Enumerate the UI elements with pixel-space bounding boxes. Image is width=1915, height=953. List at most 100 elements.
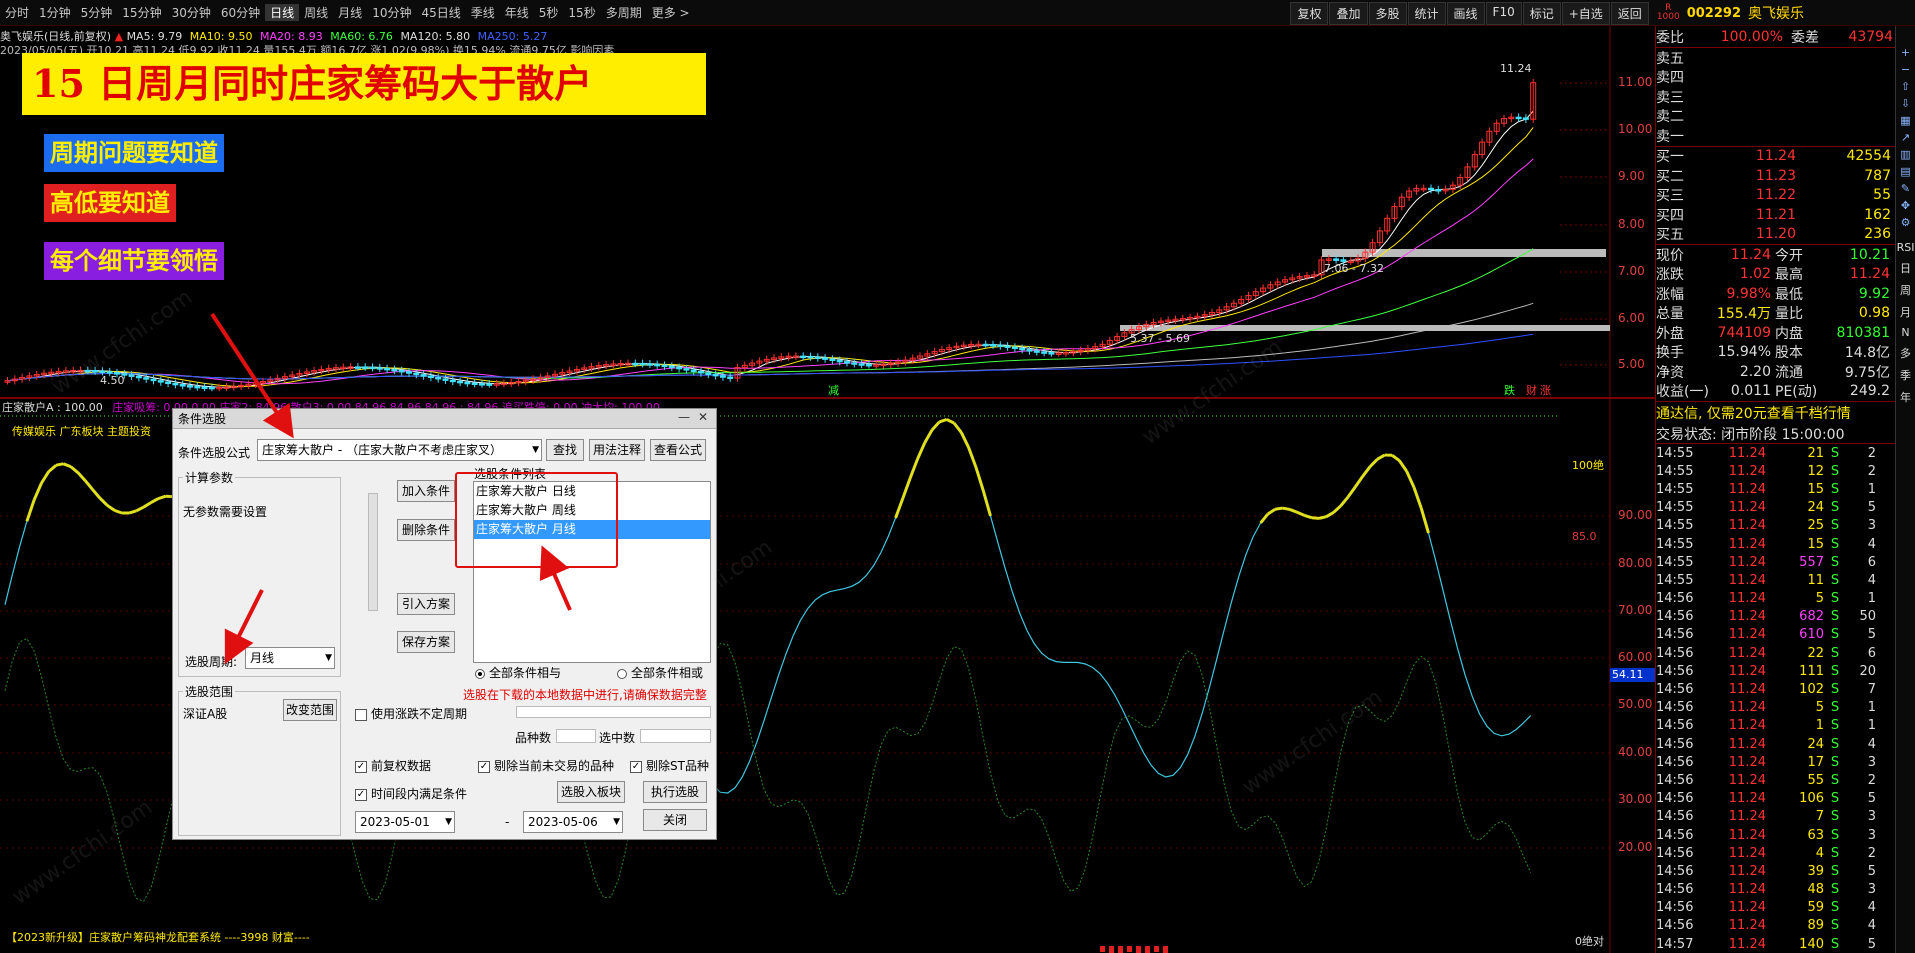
side-period-icon[interactable]: 年 bbox=[1900, 389, 1911, 405]
tool-button[interactable]: 返回 bbox=[1610, 1, 1649, 25]
view-formula-button[interactable]: 查看公式 bbox=[650, 439, 706, 461]
time-checkbox[interactable]: ✓ 时间段内满足条件 bbox=[355, 785, 467, 802]
period-tab[interactable]: 年线 bbox=[500, 4, 534, 21]
close-button[interactable]: 关闭 bbox=[643, 809, 707, 831]
period-tab[interactable]: 季线 bbox=[466, 4, 500, 21]
period-tab[interactable]: 月线 bbox=[333, 4, 367, 21]
minimize-icon[interactable]: — bbox=[678, 410, 690, 424]
sell-label: 卖四 bbox=[1656, 70, 1684, 87]
settings-icon[interactable]: ⚙ bbox=[1901, 216, 1911, 229]
bar-icon[interactable]: ▥ bbox=[1900, 148, 1910, 161]
side-period-icon[interactable]: RSI bbox=[1897, 241, 1915, 254]
period-tab[interactable]: 5分钟 bbox=[76, 4, 118, 21]
tick-time: 14:55 bbox=[1656, 500, 1694, 516]
weicha-value: 43794 bbox=[1848, 28, 1893, 45]
up-icon[interactable]: ⇧ bbox=[1901, 80, 1910, 93]
add-to-board-button[interactable]: 选股入板块 bbox=[557, 781, 625, 803]
move-icon[interactable]: ✥ bbox=[1901, 199, 1910, 212]
side-period-icon[interactable]: 季 bbox=[1900, 367, 1911, 383]
params-scrollbar[interactable] bbox=[368, 493, 378, 611]
down-icon[interactable]: ⇩ bbox=[1901, 97, 1910, 110]
period-label: 选股周期: bbox=[185, 655, 238, 669]
save-scheme-button[interactable]: 保存方案 bbox=[397, 631, 455, 653]
tool-button[interactable]: 标记 bbox=[1522, 1, 1561, 25]
tick-volume: 111 bbox=[1799, 663, 1824, 679]
period-tab[interactable]: 15分钟 bbox=[117, 4, 166, 21]
chevron-down-icon: ▼ bbox=[325, 653, 332, 663]
run-select-button[interactable]: 执行选股 bbox=[643, 781, 707, 803]
period-tab[interactable]: 60分钟 bbox=[216, 4, 265, 21]
radio-and[interactable]: 全部条件相与 bbox=[475, 664, 561, 681]
indicator-tick: 50.00 bbox=[1618, 697, 1653, 711]
tool-button[interactable]: 统计 bbox=[1407, 1, 1446, 25]
grid-icon[interactable]: ▤ bbox=[1900, 165, 1910, 178]
period-tab[interactable]: 45日线 bbox=[416, 4, 465, 21]
line-icon[interactable]: ↗ bbox=[1901, 131, 1910, 144]
buy-label: 买二 bbox=[1656, 168, 1684, 185]
side-period-icon[interactable]: 多 bbox=[1900, 345, 1911, 361]
radio-and-label: 全部条件相与 bbox=[489, 666, 562, 680]
stat-rows: 现价 11.24 今开 10.21 涨跌 1.02 最高 11.24 涨幅 9.98% 最低 9.92… bbox=[1656, 245, 1895, 402]
stat-value: 11.24 bbox=[1849, 266, 1890, 283]
tool-button[interactable]: 画线 bbox=[1446, 1, 1485, 25]
tool-button[interactable]: 多股 bbox=[1368, 1, 1407, 25]
ma-line bbox=[7, 127, 1534, 387]
candle-body bbox=[471, 382, 478, 386]
usage-button[interactable]: 用法注释 bbox=[589, 439, 645, 461]
notice[interactable]: 通达信, 仅需20元查看千档行情 bbox=[1656, 402, 1895, 424]
buy-price: 11.22 bbox=[1755, 187, 1796, 204]
period-tab[interactable]: 1分钟 bbox=[34, 4, 76, 21]
chart-icon[interactable]: ▦ bbox=[1900, 114, 1910, 127]
formula-select[interactable]: 庄家筹大散户 - （庄家大散户不考虑庄家叉） ▼ bbox=[257, 439, 542, 461]
tool-button[interactable]: +自选 bbox=[1561, 1, 1610, 25]
tick-row: 14:56 11.24 22 S 6 bbox=[1656, 644, 1895, 662]
period-tab[interactable]: 30分钟 bbox=[167, 4, 216, 21]
formula-label: 条件选股公式 bbox=[178, 446, 251, 460]
period-tab[interactable]: 5秒 bbox=[534, 4, 564, 21]
tick-time: 14:56 bbox=[1656, 772, 1694, 788]
side-period-icon[interactable]: 周 bbox=[1900, 282, 1911, 298]
fq-checkbox[interactable]: ✓ 前复权数据 bbox=[355, 757, 431, 774]
period-tab[interactable]: 分时 bbox=[0, 4, 34, 21]
stat-key: 收益(一) bbox=[1656, 384, 1709, 401]
tool-button[interactable]: 叠加 bbox=[1329, 1, 1368, 25]
period-select[interactable]: 月线 ▼ bbox=[245, 647, 335, 669]
variable-period-checkbox[interactable]: 使用涨跌不定周期 bbox=[355, 705, 467, 722]
import-scheme-button[interactable]: 引入方案 bbox=[397, 593, 455, 615]
side-period-icon[interactable]: N bbox=[1901, 326, 1909, 339]
radio-or-label: 全部条件相或 bbox=[631, 666, 704, 680]
period-tab[interactable]: 10分钟 bbox=[367, 4, 416, 21]
add-condition-button[interactable]: 加入条件 bbox=[397, 480, 455, 502]
indicator-highlight bbox=[76, 471, 87, 482]
period-tab[interactable]: 多周期 bbox=[601, 4, 647, 21]
period-tab[interactable]: 日线 bbox=[265, 4, 300, 21]
side-period-icon[interactable]: 日 bbox=[1900, 260, 1911, 276]
candle-body bbox=[990, 343, 996, 347]
period-tab[interactable]: 15秒 bbox=[563, 4, 600, 21]
find-button[interactable]: 查找 bbox=[546, 439, 584, 461]
close-icon[interactable]: ✕ bbox=[698, 410, 708, 424]
ma-line bbox=[7, 110, 1534, 388]
tick-side: S bbox=[1830, 809, 1840, 825]
tool-button[interactable]: F10 bbox=[1485, 1, 1522, 25]
date-from[interactable]: 2023-05-01 ▼ bbox=[355, 811, 455, 833]
notrade-checkbox[interactable]: ✓ 剔除当前未交易的品种 bbox=[478, 757, 614, 774]
stat-value: 0.98 bbox=[1858, 305, 1890, 322]
zoom-in-icon[interactable]: + bbox=[1901, 46, 1910, 59]
date-to[interactable]: 2023-05-06 ▼ bbox=[523, 811, 623, 833]
side-period-icon[interactable]: 月 bbox=[1900, 304, 1911, 320]
st-checkbox[interactable]: ✓ 剔除ST品种 bbox=[630, 757, 709, 774]
stat-row: 涨跌 1.02 最高 11.24 bbox=[1656, 265, 1895, 285]
period-tab[interactable]: 周线 bbox=[299, 4, 333, 21]
candle-body bbox=[1048, 352, 1055, 355]
delete-condition-button[interactable]: 删除条件 bbox=[397, 519, 455, 541]
radio-or[interactable]: 全部条件相或 bbox=[617, 664, 703, 681]
period-tab[interactable]: 更多 > bbox=[647, 4, 695, 21]
zoom-out-icon[interactable]: − bbox=[1901, 63, 1910, 76]
tick-price: 11.24 bbox=[1728, 918, 1766, 934]
tool-button[interactable]: 复权 bbox=[1290, 1, 1329, 25]
stat-row: 总量 155.4万 量比 0.98 bbox=[1656, 304, 1895, 324]
pencil-icon[interactable]: ✎ bbox=[1901, 182, 1910, 195]
change-scope-button[interactable]: 改变范围 bbox=[283, 699, 337, 721]
buy-price: 11.23 bbox=[1755, 167, 1796, 184]
